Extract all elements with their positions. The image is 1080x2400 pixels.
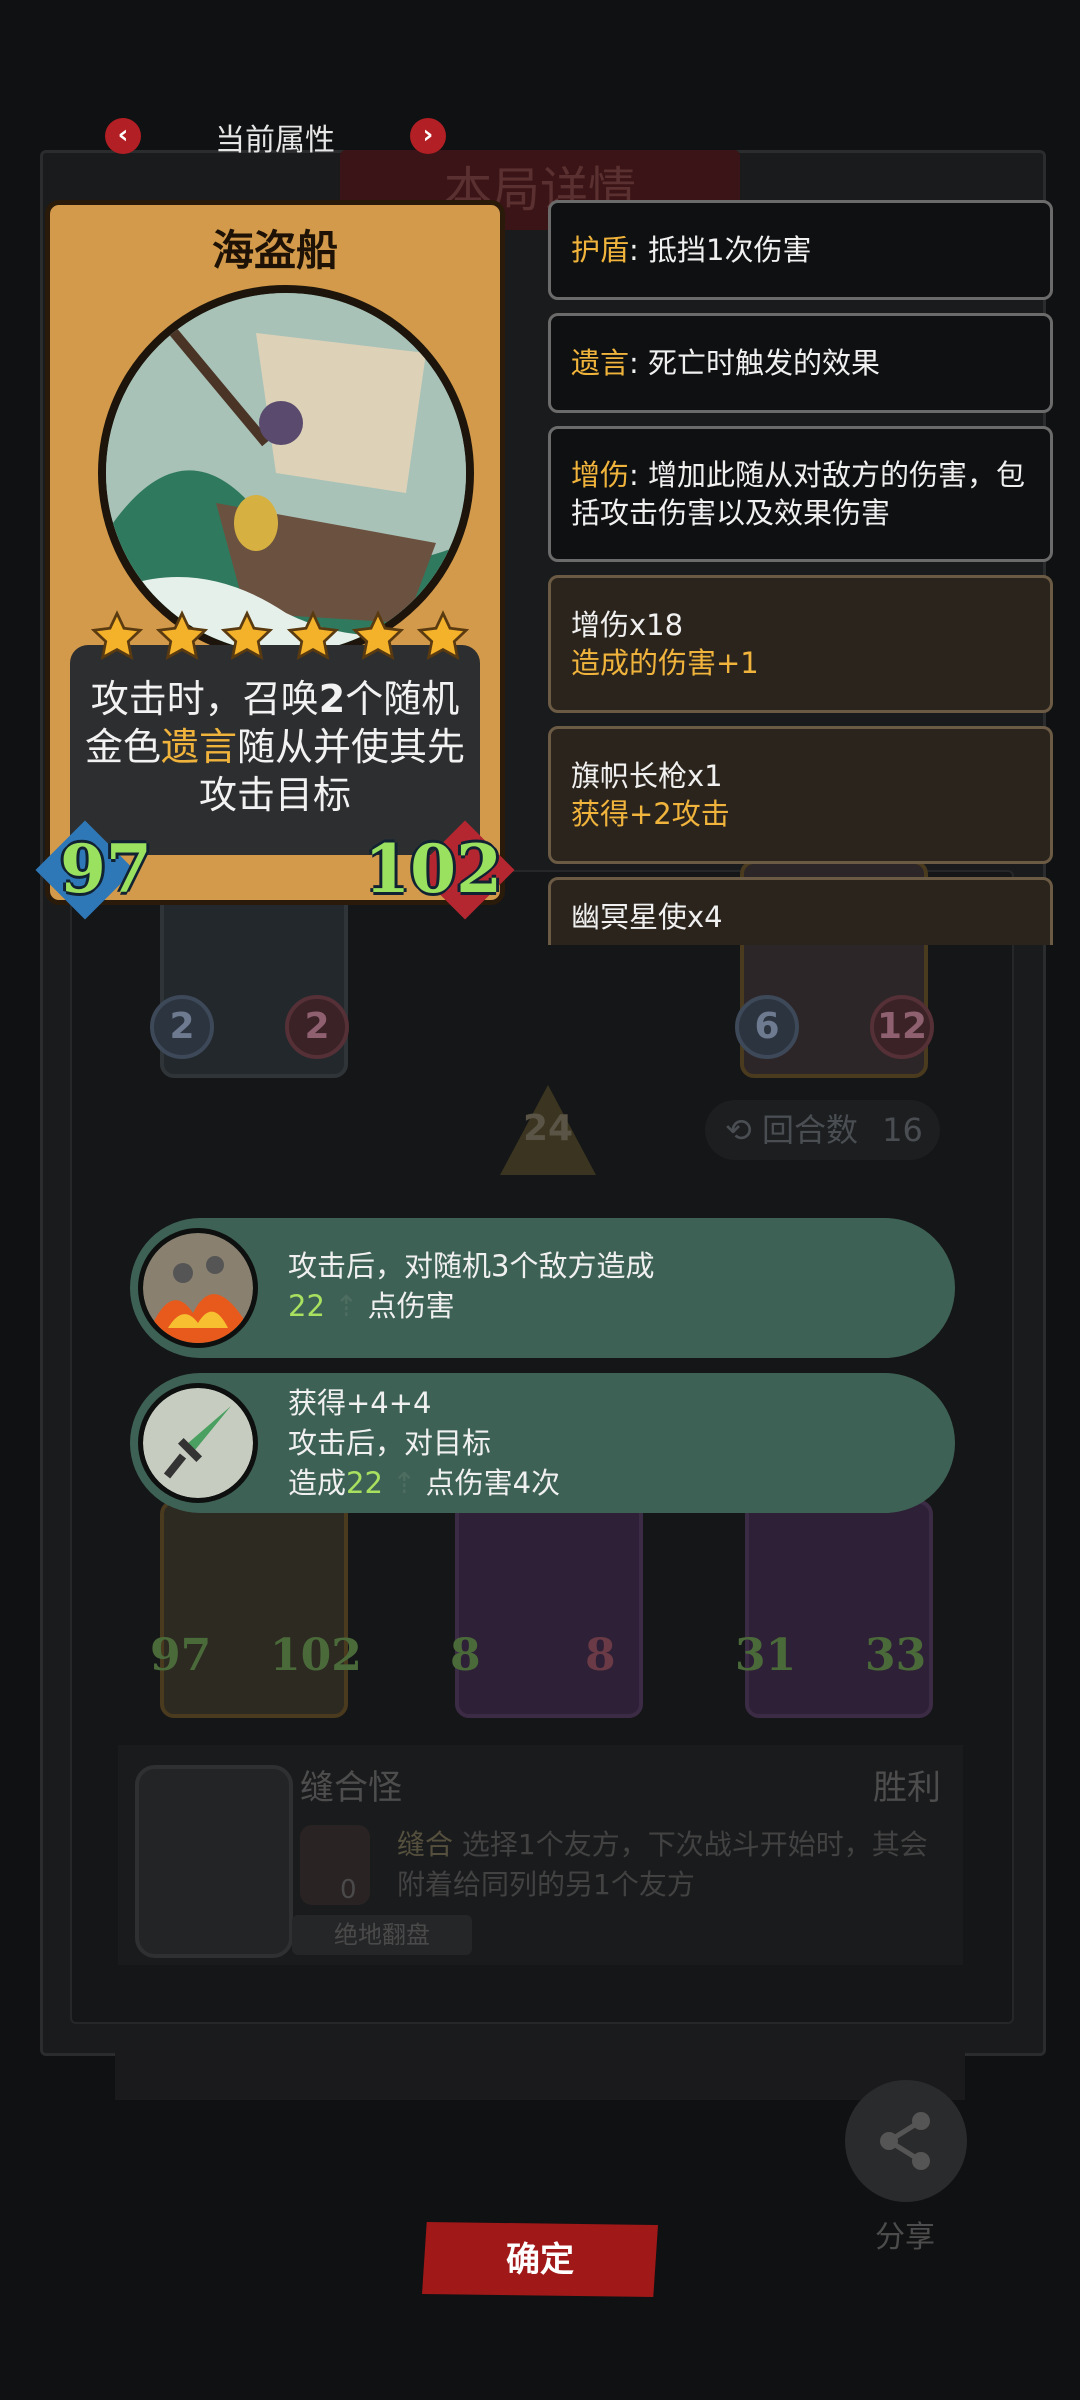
tier-value: 24 [522, 1108, 574, 1149]
page-title: 当前属性 [215, 123, 335, 158]
minion-health: 12 [870, 995, 934, 1059]
keyword-info-panel[interactable]: 护盾: 抵挡1次伤害 遗言: 死亡时触发的效果 增伤: 增加此随从对敌方的伤害，… [548, 200, 1053, 945]
share-label: 分享 [875, 2220, 935, 2255]
buff-effect: 造成的伤害+1 [571, 646, 759, 680]
enemy-skill-text: 选择1个友方，下次战斗开始时，其会附着给同列的另1个友方 [397, 1828, 928, 1901]
pirate-ship-illustration [98, 285, 474, 661]
desc-number: 2 [318, 677, 346, 721]
info-text: : 抵挡1次伤害 [629, 233, 812, 267]
upgrade-arrow-icon: ⇡ [324, 1289, 368, 1323]
effect-tooltip: 获得+4+4 攻击后，对目标 造成22 ⇡ 点伤害4次 [130, 1373, 955, 1513]
chevron-right-icon: › [422, 120, 434, 150]
desc-text: 随从并使其先攻击目标 [198, 725, 466, 817]
buff-title: 增伤x18 [571, 608, 684, 642]
card-name: 海盗船 [211, 226, 338, 275]
buff-title: 幽冥星使x4 [571, 900, 723, 934]
desc-text: 攻击时，召唤 [90, 677, 319, 721]
tooltip-line: 攻击后，对目标 [288, 1426, 492, 1460]
minion-health: 33 [865, 1630, 927, 1681]
tooltip-line: 获得+4+4 [288, 1386, 432, 1420]
buff-banner-lance: 旗帜长枪x1 获得+2攻击 [548, 726, 1053, 864]
minion-attack: 8 [450, 1630, 481, 1681]
round-value: 16 [882, 1111, 923, 1149]
battle-result: 胜利 [873, 1768, 941, 1808]
tooltip-text: 攻击后，对随机3个敌方造成 22 ⇡ 点伤害 [288, 1246, 654, 1326]
effect-tooltip: 攻击后，对随机3个敌方造成 22 ⇡ 点伤害 [130, 1218, 955, 1358]
enemy-skill-name: 缝合 [397, 1828, 454, 1861]
buff-nether-star: 幽冥星使x4 [548, 877, 1053, 945]
damage-value: 22 [288, 1289, 325, 1323]
tooltip-line: 攻击后，对随机3个敌方造成 [288, 1249, 655, 1283]
enemy-name: 缝合怪 [300, 1768, 402, 1808]
enemy-skill-desc: 缝合 选择1个友方，下次战斗开始时，其会附着给同列的另1个友方 [397, 1825, 942, 1905]
info-keyword: 护盾 [571, 233, 630, 267]
minion-attack: 6 [735, 995, 799, 1059]
upgrade-arrow-icon: ⇡ [382, 1466, 426, 1500]
tooltip-line: 点伤害 [367, 1289, 455, 1323]
round-counter: ⟲ 回合数 16 [705, 1100, 940, 1160]
share-button[interactable] [845, 2080, 967, 2202]
card-description: 攻击时，召唤2个随机金色遗言随从并使其先攻击目标 [75, 675, 475, 819]
history-strip [115, 2050, 965, 2100]
enemy-skill-counter: 0 [340, 1875, 357, 1905]
info-text: : 增加此随从对敌方的伤害，包括攻击伤害以及效果伤害 [571, 458, 1026, 530]
board-minion[interactable] [455, 1500, 643, 1718]
card-health: 102 [364, 830, 502, 908]
prev-attribute-button[interactable]: ‹ [105, 118, 141, 154]
tooltip-line: 造成 [288, 1466, 347, 1500]
info-deathrattle: 遗言: 死亡时触发的效果 [548, 313, 1053, 413]
desc-keyword[interactable]: 遗言 [161, 725, 237, 769]
minion-attack: 31 [735, 1630, 797, 1681]
info-keyword: 遗言 [571, 346, 630, 380]
chevron-left-icon: ‹ [117, 120, 129, 150]
refresh-icon: ⟲ [725, 1111, 762, 1149]
minion-health: 2 [285, 995, 349, 1059]
card-attack: 97 [60, 830, 152, 908]
tooltip-text: 获得+4+4 攻击后，对目标 造成22 ⇡ 点伤害4次 [288, 1383, 560, 1503]
minion-health: 102 [270, 1630, 362, 1681]
minion-card: 海盗船 攻击时，召唤2个随机金色遗言随从并使其先攻击目标 97 102 [35, 200, 515, 920]
star-icon [351, 610, 404, 661]
dagger-icon [138, 1383, 258, 1503]
share-icon [880, 2112, 930, 2170]
enemy-avatar[interactable] [135, 1765, 293, 1958]
star-icon [286, 610, 339, 661]
star-icon [416, 610, 470, 661]
buff-damage-boost: 增伤x18 造成的伤害+1 [548, 575, 1053, 713]
minion-health: 8 [585, 1630, 616, 1681]
star-rating [90, 610, 470, 664]
info-keyword: 增伤 [571, 458, 630, 492]
minion-attack: 97 [150, 1630, 212, 1681]
info-damage-boost: 增伤: 增加此随从对敌方的伤害，包括攻击伤害以及效果伤害 [548, 426, 1053, 562]
board-minion[interactable] [160, 1500, 348, 1718]
minion-attack: 2 [150, 995, 214, 1059]
next-attribute-button[interactable]: › [410, 118, 446, 154]
star-icon [90, 610, 144, 661]
info-text: : 死亡时触发的效果 [629, 346, 881, 380]
info-shield: 护盾: 抵挡1次伤害 [548, 200, 1053, 300]
round-label: 回合数 [761, 1111, 858, 1149]
tooltip-line: 点伤害4次 [425, 1466, 561, 1500]
damage-value: 22 [346, 1466, 383, 1500]
enemy-tag: 绝地翻盘 [292, 1915, 472, 1955]
star-icon [221, 610, 274, 661]
enemy-skill-icon [300, 1825, 370, 1905]
board-minion[interactable] [745, 1500, 933, 1718]
buff-title: 旗帜长枪x1 [571, 759, 723, 793]
confirm-button[interactable]: 确定 [422, 2222, 658, 2297]
buff-effect: 获得+2攻击 [571, 797, 730, 831]
star-icon [156, 610, 209, 661]
explosion-icon [138, 1228, 258, 1348]
